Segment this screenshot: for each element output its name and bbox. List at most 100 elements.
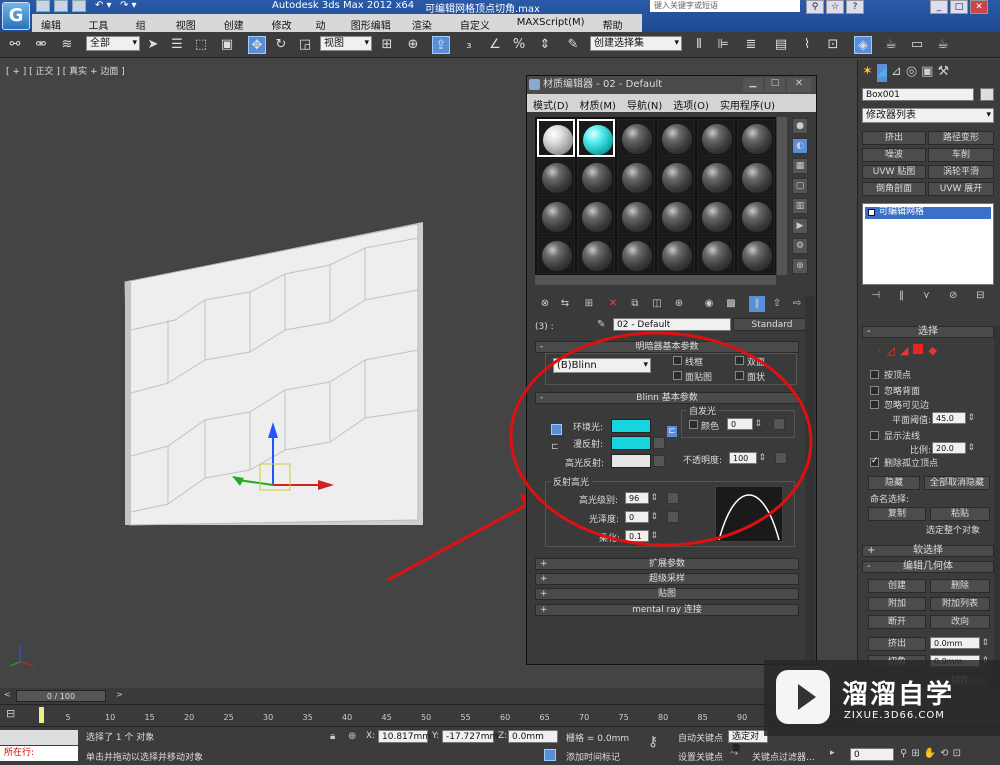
current-frame-field[interactable]: 0 bbox=[850, 748, 894, 761]
render-setup-icon[interactable]: ☕ bbox=[882, 36, 900, 54]
sample-slot-8[interactable] bbox=[577, 158, 615, 196]
sample-slot-14[interactable] bbox=[577, 197, 615, 235]
delete-isolated-checkbox[interactable] bbox=[870, 456, 879, 467]
mini-curve-editor-icon[interactable]: ⊟ bbox=[6, 707, 15, 720]
pan-icon[interactable]: ✋ bbox=[924, 748, 936, 762]
rectangular-selection-icon[interactable]: ⬚ bbox=[192, 36, 210, 54]
select-manipulate-icon[interactable]: ⊕ bbox=[404, 36, 422, 54]
save-file-icon[interactable] bbox=[72, 0, 86, 12]
polygon-level-icon[interactable] bbox=[913, 344, 924, 354]
spinner-snap-icon[interactable]: ⇕ bbox=[536, 36, 554, 54]
set-key-mode-icon[interactable]: ⤳ bbox=[730, 748, 744, 760]
menu-views[interactable]: 视图(V) bbox=[167, 14, 215, 43]
unhide-all-button[interactable]: 全部取消隐藏 bbox=[924, 476, 990, 490]
assign-to-selection-icon[interactable]: ⊞ bbox=[581, 296, 597, 312]
configure-modifier-sets-icon[interactable]: ⊟ bbox=[976, 290, 984, 304]
selection-filter-dropdown[interactable]: 全部 bbox=[86, 36, 140, 51]
face-level-icon[interactable]: ◢ bbox=[900, 344, 908, 358]
noise-mod-button[interactable]: 噪波 bbox=[862, 148, 926, 162]
move-icon[interactable]: ✥ bbox=[248, 36, 266, 54]
display-tab-icon[interactable]: ▣ bbox=[921, 64, 933, 82]
sample-slot-4[interactable] bbox=[657, 119, 695, 157]
motion-tab-icon[interactable]: ◎ bbox=[906, 64, 917, 82]
time-tag-icon[interactable] bbox=[544, 749, 556, 761]
attach-button[interactable]: 附加 bbox=[868, 597, 926, 611]
reset-material-icon[interactable]: ✕ bbox=[605, 296, 621, 312]
sample-slot-12[interactable] bbox=[737, 158, 775, 196]
lathe-mod-button[interactable]: 车削 bbox=[928, 148, 994, 162]
extrude-button[interactable]: 挤出 bbox=[868, 637, 926, 651]
pin-stack-icon[interactable]: ⊣ bbox=[871, 290, 880, 304]
menu-rendering[interactable]: 渲染(R) bbox=[403, 14, 451, 43]
copy-button[interactable]: 复制 bbox=[868, 507, 926, 521]
y-coordinate-field[interactable]: -17.727mm bbox=[442, 730, 498, 743]
maxscript-listener-top[interactable] bbox=[0, 730, 78, 745]
planar-threshold-spinner[interactable]: 45.0 bbox=[932, 412, 975, 424]
sample-slots-hscroll[interactable] bbox=[535, 275, 776, 285]
redo-icon[interactable]: ↷ ▾ bbox=[120, 0, 137, 11]
menu-group[interactable]: 组(G) bbox=[127, 14, 167, 43]
show-end-result-stack-icon[interactable]: ‖ bbox=[899, 290, 904, 304]
zoom-all-icon[interactable]: ⊞ bbox=[911, 748, 919, 762]
delete-button[interactable]: 删除 bbox=[930, 579, 990, 593]
minimize-button[interactable]: _ bbox=[930, 0, 948, 14]
background-checker-icon[interactable]: ▦ bbox=[792, 158, 808, 174]
material-editor-icon[interactable]: ◈ bbox=[854, 36, 872, 54]
unlink-icon[interactable]: ⚮ bbox=[32, 36, 50, 54]
path-deform-mod-button[interactable]: 路径变形 bbox=[928, 131, 994, 145]
star-icon[interactable]: ☆ bbox=[826, 0, 844, 14]
sample-slots-vscroll[interactable] bbox=[777, 117, 787, 275]
maximize-viewport-icon[interactable]: ⊡ bbox=[953, 748, 961, 762]
select-by-material-icon[interactable]: ⊛ bbox=[792, 258, 808, 274]
sample-slot-15[interactable] bbox=[617, 197, 655, 235]
zoom-icon[interactable]: ⚲ bbox=[900, 748, 907, 762]
menu-create[interactable]: 创建(C) bbox=[215, 14, 263, 43]
me-minimize-button[interactable]: ▁ bbox=[743, 78, 763, 92]
maximize-button[interactable]: □ bbox=[950, 0, 968, 14]
sample-slot-24[interactable] bbox=[737, 236, 775, 274]
time-config-icon[interactable]: ▸ bbox=[830, 748, 844, 760]
sample-slot-3[interactable] bbox=[617, 119, 655, 157]
modifier-list-dropdown[interactable]: 修改器列表 bbox=[862, 108, 994, 123]
modifier-stack[interactable]: 可编辑网格 bbox=[862, 203, 994, 285]
sample-slot-6[interactable] bbox=[737, 119, 775, 157]
time-prev-icon[interactable]: < bbox=[4, 690, 11, 699]
mirror-icon[interactable]: ⫴ bbox=[690, 36, 708, 54]
object-name-field[interactable]: Box001 bbox=[862, 88, 974, 101]
make-preview-icon[interactable]: ▶ bbox=[792, 218, 808, 234]
backlight-icon[interactable]: ◐ bbox=[792, 138, 808, 154]
make-unique-icon[interactable]: ◫ bbox=[649, 296, 665, 312]
detach-button[interactable]: 断开 bbox=[868, 615, 926, 629]
search-input[interactable]: 键入关键字或短语 bbox=[650, 0, 800, 12]
menu-graph-editors[interactable]: 图形编辑器 bbox=[342, 14, 403, 47]
me-menu-modes[interactable]: 模式(D) bbox=[527, 94, 574, 112]
stack-item-editable-mesh[interactable]: 可编辑网格 bbox=[865, 207, 991, 219]
me-maximize-button[interactable]: □ bbox=[765, 78, 785, 92]
me-menu-utilities[interactable]: 实用程序(U) bbox=[714, 94, 780, 112]
maps-rollout[interactable]: + 贴图 bbox=[535, 588, 799, 600]
menu-help[interactable]: 帮助(H) bbox=[594, 14, 642, 43]
go-to-parent-icon[interactable]: ⇧ bbox=[769, 296, 785, 312]
auto-key-button[interactable]: 自动关键点 bbox=[678, 731, 723, 744]
set-key-button[interactable]: 设置关键点 bbox=[678, 750, 723, 763]
rendered-frame-icon[interactable]: ▭ bbox=[908, 36, 926, 54]
turn-button[interactable]: 改向 bbox=[930, 615, 990, 629]
sample-type-sphere-icon[interactable]: ● bbox=[792, 118, 808, 134]
sample-slot-1[interactable] bbox=[537, 119, 575, 157]
unwrap-uvw-mod-button[interactable]: UVW 展开 bbox=[928, 182, 994, 196]
sample-slot-20[interactable] bbox=[577, 236, 615, 274]
keyboard-shortcut-icon[interactable]: ⇪ bbox=[432, 36, 450, 54]
angle-snap-icon[interactable]: ∠ bbox=[486, 36, 504, 54]
attach-list-button[interactable]: 附加列表 bbox=[930, 597, 990, 611]
command-panel-scrollbar[interactable] bbox=[994, 326, 1000, 686]
curve-editor-icon[interactable]: ⌇ bbox=[798, 36, 816, 54]
me-menu-material[interactable]: 材质(M) bbox=[574, 94, 621, 112]
hide-button[interactable]: 隐藏 bbox=[868, 476, 920, 490]
video-color-check-icon[interactable]: ▥ bbox=[792, 198, 808, 214]
menu-edit[interactable]: 编辑(E) bbox=[32, 14, 79, 43]
me-menu-navigation[interactable]: 导航(N) bbox=[621, 94, 667, 112]
show-map-in-viewport-icon[interactable]: ▩ bbox=[723, 296, 739, 312]
percent-snap-icon[interactable]: % bbox=[510, 36, 528, 54]
uvw-map-mod-button[interactable]: UVW 贴图 bbox=[862, 165, 926, 179]
element-level-icon[interactable]: ◆ bbox=[928, 344, 936, 358]
